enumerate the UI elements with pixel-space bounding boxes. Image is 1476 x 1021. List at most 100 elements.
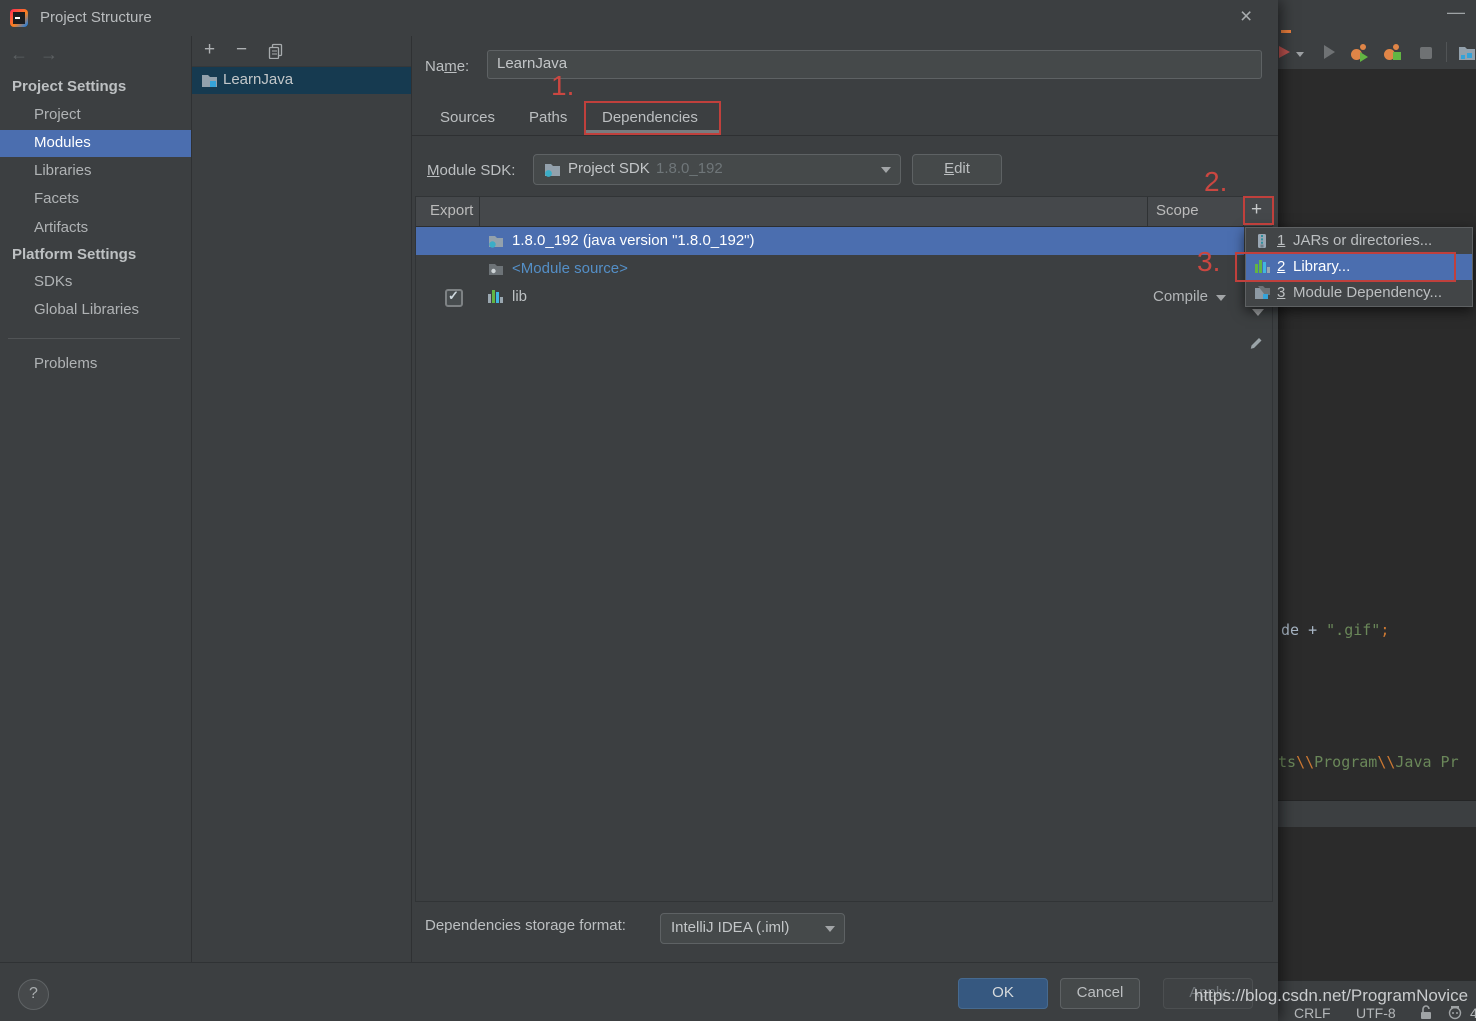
status-extra: 4: [1470, 1005, 1476, 1021]
label-mnemonic: E: [944, 160, 954, 177]
storage-format-label: Dependencies storage format:: [425, 917, 626, 934]
back-icon[interactable]: ←: [10, 44, 28, 65]
label-mnemonic: m: [444, 58, 457, 75]
console-text: Program: [1314, 753, 1377, 771]
sidebar-item-problems[interactable]: Problems: [34, 355, 97, 372]
add-module-icon[interactable]: +: [204, 39, 215, 61]
dialog-footer: ? OK Cancel Apply: [0, 962, 1278, 1021]
module-sdk-label: Module SDK:: [427, 162, 515, 179]
dependencies-table: Export Scope + 1.8.0_192 (java version "…: [415, 196, 1273, 902]
code-semicolon: ;: [1380, 621, 1389, 639]
name-input[interactable]: LearnJava: [487, 50, 1262, 79]
dependency-label: lib: [512, 288, 527, 305]
sidebar-item-libraries[interactable]: Libraries: [34, 162, 92, 179]
name-label: Name:: [425, 58, 469, 75]
add-dependency-button[interactable]: +: [1251, 199, 1262, 221]
ok-button[interactable]: OK: [958, 978, 1048, 1009]
library-icon: [487, 289, 503, 305]
sidebar-item-artifacts[interactable]: Artifacts: [34, 219, 88, 236]
sidebar-item-facets[interactable]: Facets: [34, 190, 79, 207]
dialog-titlebar: Project Structure ×: [0, 0, 1278, 36]
chevron-down-icon: [825, 926, 835, 932]
copy-module-icon[interactable]: [268, 43, 284, 59]
sidebar-item-global-libraries[interactable]: Global Libraries: [34, 301, 139, 318]
menu-item-label: Module Dependency...: [1293, 284, 1442, 301]
menu-item-jars-or-directories[interactable]: 1 JARs or directories...: [1246, 228, 1472, 254]
chevron-down-icon: [881, 167, 891, 173]
console-backslashes: \\: [1296, 753, 1314, 771]
table-header: Export Scope +: [416, 197, 1272, 227]
sidebar-divider: [8, 338, 180, 339]
module-name: LearnJava: [223, 71, 293, 88]
code-string: ".gif": [1326, 621, 1380, 639]
jar-icon: [1254, 233, 1270, 249]
close-icon[interactable]: ×: [1240, 5, 1252, 29]
project-structure-dialog: Project Structure × ← → Project Settings…: [0, 0, 1278, 1021]
menu-item-module-dependency[interactable]: 3 Module Dependency...: [1246, 280, 1472, 306]
hector-icon[interactable]: [1448, 1005, 1462, 1020]
console-text: Java Pr: [1395, 753, 1458, 771]
line-ending-indicator[interactable]: CRLF: [1294, 1005, 1331, 1021]
minimize-button-icon[interactable]: —: [1447, 2, 1465, 23]
menu-item-label: Library...: [1293, 258, 1350, 275]
label-part: dit: [954, 160, 970, 177]
lock-icon[interactable]: [1420, 1005, 1432, 1020]
toolbar-separator: [1446, 42, 1447, 62]
settings-sidebar: ← → Project Settings Project Modules Lib…: [0, 36, 192, 962]
background-titlebar: —: [1278, 0, 1476, 36]
sidebar-item-modules[interactable]: Modules: [0, 130, 191, 157]
run-config-icon[interactable]: [1279, 46, 1290, 58]
project-structure-icon[interactable]: [1458, 44, 1476, 61]
active-tab-underline: [584, 130, 720, 133]
edit-dependency-pencil-icon[interactable]: [1248, 333, 1266, 351]
move-down-icon[interactable]: [1252, 309, 1264, 316]
label-part: Na: [425, 58, 444, 75]
sidebar-item-label: Modules: [34, 134, 91, 151]
cancel-button[interactable]: Cancel: [1060, 978, 1140, 1009]
background-panel-divider: [1278, 800, 1476, 829]
scope-dropdown[interactable]: Compile: [1153, 288, 1208, 305]
name-value: LearnJava: [497, 55, 567, 72]
help-button[interactable]: ?: [18, 979, 49, 1010]
screen: —: [0, 0, 1476, 1021]
sidebar-item-sdks[interactable]: SDKs: [34, 273, 72, 290]
column-separator: [479, 197, 480, 226]
stop-button-icon[interactable]: [1420, 47, 1432, 59]
forward-icon[interactable]: →: [40, 44, 58, 65]
tab-sources[interactable]: Sources: [440, 109, 495, 126]
project-settings-header: Project Settings: [12, 78, 126, 95]
sidebar-item-project[interactable]: Project: [34, 106, 81, 123]
jdk-icon: [488, 233, 504, 249]
encoding-indicator[interactable]: UTF-8: [1356, 1005, 1396, 1021]
mnemonic-number: 3: [1277, 284, 1285, 301]
check-icon: ✓: [448, 288, 459, 304]
export-column-header: Export: [430, 202, 473, 219]
background-run-toolbar: [1278, 36, 1476, 70]
module-list-item-learnjava[interactable]: LearnJava: [192, 67, 411, 94]
code-line-2: ts\\Program\\Java Pr: [1278, 753, 1459, 771]
export-checkbox[interactable]: ✓: [445, 289, 463, 307]
chevron-down-icon[interactable]: [1296, 52, 1304, 57]
code-line-1: de + ".gif";: [1281, 621, 1389, 639]
intellij-logo-icon: [10, 9, 28, 27]
chevron-down-icon: [1216, 295, 1226, 301]
jdk-icon: [544, 161, 561, 178]
menu-item-library[interactable]: 2 Library...: [1246, 254, 1472, 280]
module-list-toolbar: + −: [192, 36, 411, 67]
tab-dependencies[interactable]: Dependencies: [602, 109, 698, 126]
module-folder-icon: [201, 72, 218, 89]
tab-paths[interactable]: Paths: [529, 109, 567, 126]
profiler-icon[interactable]: [1351, 44, 1369, 62]
storage-format-combobox[interactable]: IntelliJ IDEA (.iml): [660, 913, 845, 944]
table-row-module-source[interactable]: <Module source>: [416, 255, 1244, 283]
run-button-icon[interactable]: [1324, 45, 1335, 59]
coverage-icon[interactable]: [1384, 44, 1402, 62]
table-row-lib[interactable]: ✓ lib Compile: [416, 283, 1244, 311]
table-row-jdk[interactable]: 1.8.0_192 (java version "1.8.0_192"): [416, 227, 1244, 255]
library-icon: [1254, 259, 1270, 275]
column-separator: [1243, 197, 1244, 226]
remove-module-icon[interactable]: −: [236, 39, 247, 61]
console-text: ts: [1278, 753, 1296, 771]
edit-button[interactable]: Edit: [912, 154, 1002, 185]
module-sdk-combobox[interactable]: Project SDK 1.8.0_192: [533, 154, 901, 185]
